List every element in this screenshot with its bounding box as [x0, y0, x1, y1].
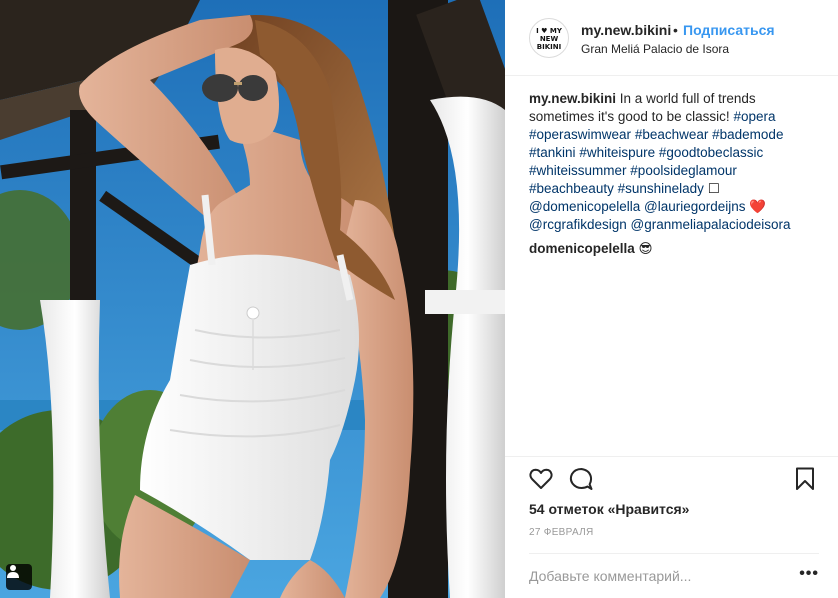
photo-illustration: [0, 0, 505, 598]
header-username[interactable]: my.new.bikini: [581, 22, 671, 38]
comment-item: domenicopelella 😎: [529, 240, 653, 258]
bookmark-outline-icon[interactable]: [795, 467, 815, 491]
hashtag-link[interactable]: #tankini: [529, 145, 576, 160]
comment-text: 😎: [638, 241, 653, 256]
hashtag-link[interactable]: #beachbeauty: [529, 181, 614, 196]
mention-link[interactable]: @granmeliapalaciodeisora: [631, 217, 791, 232]
caption-username[interactable]: my.new.bikini: [529, 91, 616, 106]
hashtag-link[interactable]: #whiteispure: [579, 145, 655, 160]
likes-count[interactable]: 54 отметок «Нравится»: [529, 501, 689, 517]
avatar-text-line-2: NEW: [539, 35, 559, 43]
avatar[interactable]: I ♥ MY NEW BIKINI: [529, 18, 569, 58]
post-caption: my.new.bikini In a world full of trends …: [529, 90, 819, 234]
caption-hearts-emoji: ❤️: [749, 199, 767, 214]
mention-link[interactable]: @domenicopelella: [529, 199, 640, 214]
add-comment-section: •••: [529, 553, 819, 597]
speech-bubble-icon[interactable]: [569, 467, 593, 491]
person-tag-icon[interactable]: [6, 564, 32, 590]
post-date[interactable]: 27 ФЕВРАЛЯ: [529, 527, 594, 538]
post-photo[interactable]: [0, 0, 505, 598]
hashtag-link[interactable]: #whiteissummer: [529, 163, 627, 178]
header-separator: •: [673, 22, 678, 38]
avatar-text-line-3: BIKINI: [536, 43, 562, 51]
location-link[interactable]: Gran Meliá Palacio de Isora: [581, 42, 729, 56]
hashtag-link[interactable]: #goodtobeclassic: [659, 145, 763, 160]
hashtag-link[interactable]: #bademode: [712, 127, 783, 142]
mention-link[interactable]: @lauriegordeijns: [644, 199, 746, 214]
post-side-panel: I ♥ MY NEW BIKINI my.new.bikini • Подпис…: [505, 0, 838, 598]
hashtag-link[interactable]: #opera: [733, 109, 775, 124]
comment-input[interactable]: [529, 566, 779, 586]
hashtag-link[interactable]: #operaswimwear: [529, 127, 631, 142]
hashtag-link[interactable]: #poolsideglamour: [630, 163, 737, 178]
mention-link[interactable]: @rcgrafikdesign: [529, 217, 627, 232]
post-actions: 54 отметок «Нравится» 27 ФЕВРАЛЯ •••: [505, 456, 838, 596]
more-options-button[interactable]: •••: [799, 566, 819, 582]
comment-username[interactable]: domenicopelella: [529, 241, 635, 256]
hashtag-link[interactable]: #beachwear: [635, 127, 709, 142]
heart-outline-icon[interactable]: [529, 467, 553, 491]
post-header: I ♥ MY NEW BIKINI my.new.bikini • Подпис…: [505, 0, 838, 76]
avatar-text-line-1: I ♥ MY: [536, 27, 562, 35]
hashtag-link[interactable]: #sunshinelady: [618, 181, 704, 196]
follow-button[interactable]: Подписаться: [683, 22, 775, 38]
caption-emoji: ☐: [707, 181, 720, 196]
